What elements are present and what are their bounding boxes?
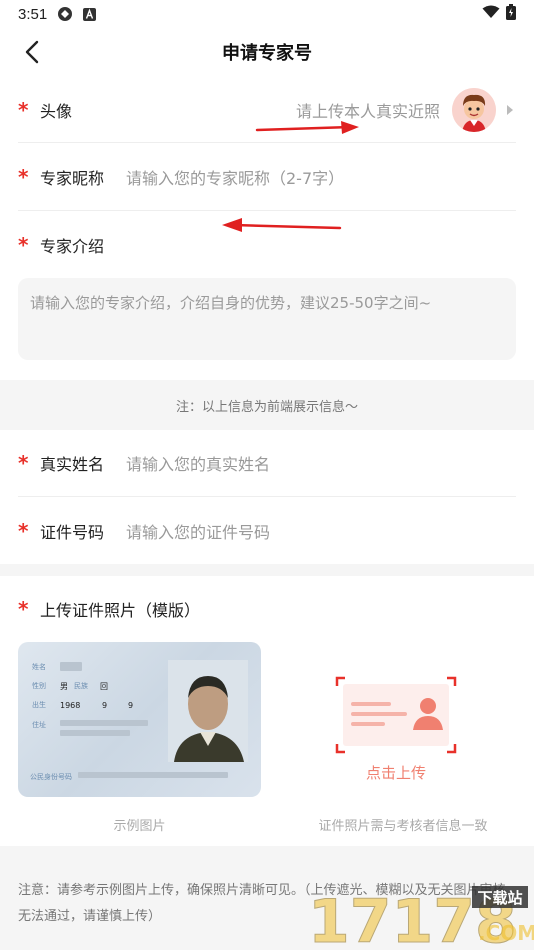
id-number-label: 证件号码	[40, 523, 105, 542]
id-field-address: 住址	[32, 720, 46, 729]
nickname-row[interactable]: * 专家昵称 请输入您的专家昵称（2-7字）	[18, 154, 516, 200]
chevron-right-icon	[507, 105, 513, 115]
intro-placeholder: 请输入您的专家介绍，介绍自身的优势，建议25-50字之间~	[30, 294, 432, 312]
id-value-gender: 男	[60, 682, 68, 691]
nickname-input[interactable]: 请输入您的专家昵称（2-7字）	[126, 165, 344, 189]
site-watermark: 17178 下载站 .COM	[306, 880, 534, 950]
id-field-gender: 性别	[32, 681, 46, 690]
id-value-day: 9	[128, 701, 133, 710]
id-value-year: 1968	[60, 701, 80, 710]
id-number-row[interactable]: * 证件号码 请输入您的证件号码	[18, 508, 516, 554]
portrait-photo	[168, 660, 248, 762]
wifi-icon	[482, 5, 500, 23]
nickname-label: 专家昵称	[40, 169, 105, 188]
status-time: 3:51	[18, 5, 48, 23]
id-field-number: 公民身份号码	[30, 772, 72, 781]
id-value-month: 9	[102, 701, 107, 710]
nav-bar: 申请专家号	[0, 28, 534, 76]
required-star: *	[18, 451, 29, 475]
id-card-sample-image: 姓名 性别 民族 出生 住址 公民身份号码 男 回 1968 9 9	[18, 642, 261, 797]
chevron-left-icon	[25, 40, 39, 64]
required-star: *	[18, 597, 29, 621]
id-card-upload-icon	[335, 676, 457, 754]
real-name-input[interactable]: 请输入您的真实姓名	[126, 451, 270, 475]
real-name-label: 真实姓名	[40, 455, 105, 474]
upload-caption: 证件照片需与考核者信息一致	[318, 819, 488, 834]
required-star: *	[18, 519, 29, 543]
watermark-domain: .COM	[478, 921, 534, 945]
display-note: 注：以上信息为前端展示信息～	[175, 400, 358, 415]
id-number-input[interactable]: 请输入您的证件号码	[126, 519, 270, 543]
cartoon-avatar-icon	[452, 88, 496, 132]
upload-label: 上传证件照片（模版）	[40, 601, 201, 620]
back-button[interactable]	[18, 38, 46, 66]
divider	[18, 210, 516, 211]
intro-textarea[interactable]: 请输入您的专家介绍，介绍自身的优势，建议25-50字之间~	[18, 278, 516, 360]
upload-row: * 上传证件照片（模版）	[18, 586, 516, 632]
annotation-arrow-left	[222, 218, 342, 232]
id-field-name: 姓名	[32, 662, 46, 671]
section-gap	[0, 564, 534, 576]
vpn-icon	[57, 6, 73, 22]
watermark-sub: 下载站	[477, 889, 522, 907]
upload-button[interactable]	[335, 676, 457, 754]
avatar-hint: 请上传本人真实近照	[295, 102, 440, 121]
sample-caption: 示例图片	[113, 819, 166, 834]
upload-text[interactable]: 点击上传	[335, 762, 457, 783]
required-star: *	[18, 165, 29, 189]
status-bar: 3:51	[0, 0, 534, 28]
annotation-arrow-right	[255, 121, 359, 134]
page-title: 申请专家号	[222, 43, 312, 64]
id-value-ethnicity: 回	[100, 682, 108, 691]
divider	[18, 142, 516, 143]
intro-label: 专家介绍	[40, 237, 105, 256]
battery-icon	[506, 4, 516, 24]
real-name-row[interactable]: * 真实姓名 请输入您的真实姓名	[18, 440, 516, 486]
id-field-ethnicity: 民族	[74, 681, 88, 690]
app-a-icon	[83, 7, 97, 21]
required-star: *	[18, 233, 29, 257]
required-star: *	[18, 98, 29, 122]
avatar-label: 头像	[40, 102, 73, 121]
divider	[18, 496, 516, 497]
id-field-birth: 出生	[32, 700, 46, 709]
avatar[interactable]	[452, 88, 496, 132]
